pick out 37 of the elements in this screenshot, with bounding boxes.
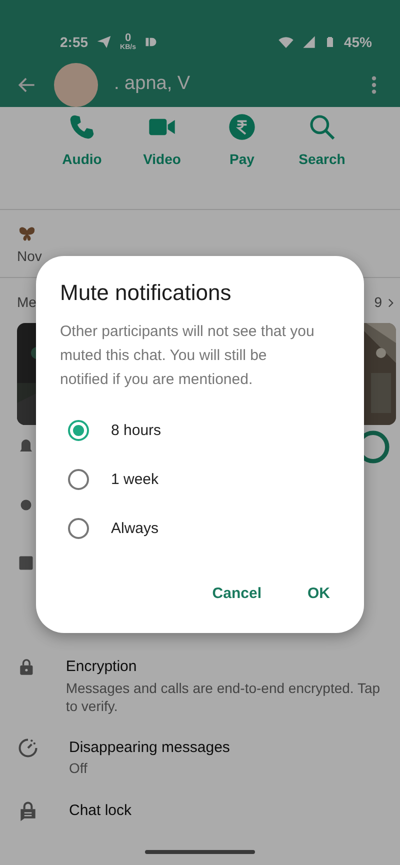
setting-subtitle: Messages and calls are end-to-end encrypted. Tap to verify. bbox=[66, 678, 382, 715]
option-label[interactable]: Always bbox=[111, 518, 159, 540]
signal-icon bbox=[302, 35, 316, 49]
image-icon bbox=[17, 554, 35, 572]
ok-button[interactable]: OK bbox=[298, 575, 340, 614]
setting-title[interactable]: Disappearing messages bbox=[69, 736, 230, 760]
media-count[interactable]: 9 bbox=[374, 292, 382, 313]
setting-title[interactable]: Encryption bbox=[66, 656, 383, 678]
phone-icon bbox=[68, 113, 96, 141]
action-button[interactable]: Search bbox=[282, 113, 362, 200]
option-label[interactable]: 1 week bbox=[111, 468, 159, 492]
timer-icon bbox=[17, 736, 39, 759]
speed-value: 0 bbox=[124, 33, 132, 44]
radio-button[interactable] bbox=[68, 420, 89, 442]
app-icon bbox=[144, 35, 158, 49]
send-icon bbox=[96, 34, 112, 50]
option-label[interactable]: 8 hours bbox=[111, 420, 162, 442]
action-button[interactable]: Audio bbox=[42, 113, 122, 200]
action-button[interactable]: Video bbox=[122, 113, 202, 200]
action-button[interactable]: Pay bbox=[202, 113, 282, 200]
radio-button[interactable] bbox=[68, 469, 89, 490]
rupee-icon bbox=[228, 113, 256, 141]
search-icon bbox=[308, 113, 336, 141]
setting-subtitle: Off bbox=[69, 759, 88, 778]
avatar[interactable] bbox=[54, 62, 98, 106]
dialog-title: Mute notifications bbox=[60, 280, 232, 306]
status-time: 2:55 bbox=[60, 32, 88, 52]
chat-title[interactable]: . apna, V bbox=[114, 70, 348, 99]
radio-button[interactable] bbox=[68, 518, 89, 540]
cancel-button[interactable]: Cancel bbox=[202, 575, 272, 614]
status-text: Nov bbox=[17, 247, 43, 266]
setting-title[interactable]: Chat lock bbox=[69, 800, 132, 822]
chevron-right-icon bbox=[386, 296, 396, 308]
wifi-icon bbox=[278, 34, 294, 50]
section-title: Me bbox=[17, 293, 36, 312]
dialog-message: Other participants will not see that you muted this chat. You will still be notified if you are mentioned. bbox=[60, 322, 316, 390]
battery-level: 45% bbox=[344, 32, 372, 52]
